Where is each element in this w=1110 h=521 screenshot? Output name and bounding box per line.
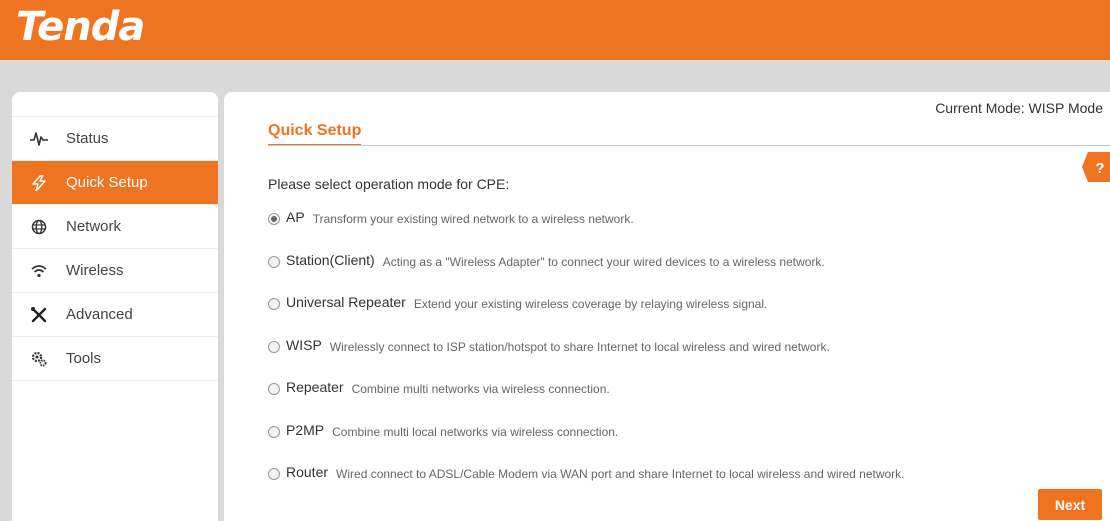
option-description: Extend your existing wireless coverage b… <box>413 297 768 311</box>
svg-text:?: ? <box>1095 160 1104 177</box>
lightning-icon <box>26 174 52 191</box>
option-description: Wirelessly connect to ISP station/hotspo… <box>329 339 830 354</box>
sidebar-nav: Status Quick Setup Network Wireless Adva… <box>12 116 218 381</box>
sidebar-item-label: Advanced <box>66 306 133 323</box>
sidebar-item-status[interactable]: Status <box>12 117 218 161</box>
sidebar-item-advanced[interactable]: Advanced <box>12 293 218 337</box>
sidebar-item-label: Wireless <box>66 262 124 279</box>
option-ap: AP Transform your existing wired network… <box>268 209 905 252</box>
radio-ap[interactable] <box>268 213 280 225</box>
option-description: Transform your existing wired network to… <box>312 212 634 226</box>
current-mode-label: Current Mode: WISP Mode <box>935 100 1103 116</box>
option-name[interactable]: WISP <box>286 337 322 353</box>
option-description: Combine multi local networks via wireles… <box>332 424 619 439</box>
option-name[interactable]: Universal Repeater <box>286 294 406 310</box>
wifi-icon <box>26 264 52 278</box>
option-description: Combine multi networks via wireless conn… <box>351 382 610 396</box>
globe-icon <box>26 219 52 235</box>
radio-repeater[interactable] <box>268 383 280 395</box>
option-name[interactable]: AP <box>286 209 305 225</box>
mode-options: AP Transform your existing wired network… <box>268 209 905 507</box>
option-name[interactable]: Repeater <box>286 379 344 395</box>
sidebar-item-label: Network <box>66 218 122 235</box>
option-router: Router Wired connect to ADSL/Cable Modem… <box>268 464 905 507</box>
option-p2mp: P2MP Combine multi local networks via wi… <box>268 422 905 465</box>
option-repeater: Repeater Combine multi networks via wire… <box>268 379 905 422</box>
option-wisp: WISP Wirelessly connect to ISP station/h… <box>268 337 905 380</box>
tools-cross-icon <box>26 306 52 324</box>
sidebar-item-quick-setup[interactable]: Quick Setup <box>12 161 218 205</box>
pulse-icon <box>26 131 52 147</box>
option-name[interactable]: Router <box>286 464 328 480</box>
sidebar-item-label: Quick Setup <box>66 174 148 191</box>
radio-p2mp[interactable] <box>268 425 280 438</box>
radio-router[interactable] <box>268 468 280 480</box>
header-bar: Tenda <box>0 0 1110 60</box>
option-station-client: Station(Client) Acting as a "Wireless Ad… <box>268 252 905 295</box>
option-name[interactable]: Station(Client) <box>286 252 375 268</box>
next-button[interactable]: Next <box>1038 489 1102 520</box>
help-icon[interactable]: ? <box>1082 152 1110 182</box>
sub-header-bar <box>0 60 1110 92</box>
title-divider <box>268 145 1110 146</box>
radio-station-client[interactable] <box>268 255 280 268</box>
page-title: Quick Setup <box>268 122 362 146</box>
main-panel: Current Mode: WISP Mode Quick Setup ? Pl… <box>224 92 1110 521</box>
sidebar: Status Quick Setup Network Wireless Adva… <box>12 92 218 521</box>
radio-wisp[interactable] <box>268 340 280 353</box>
sidebar-item-label: Tools <box>66 350 102 367</box>
sidebar-item-tools[interactable]: Tools <box>12 337 218 381</box>
option-universal-repeater: Universal Repeater Extend your existing … <box>268 294 905 337</box>
sidebar-item-wireless[interactable]: Wireless <box>12 249 218 293</box>
option-description: Acting as a "Wireless Adapter" to connec… <box>382 254 825 269</box>
radio-universal-repeater[interactable] <box>268 298 280 310</box>
option-description: Wired connect to ADSL/Cable Modem via WA… <box>336 467 905 481</box>
mode-prompt: Please select operation mode for CPE: <box>268 176 510 192</box>
tenda-logo: Tenda <box>16 4 145 50</box>
gears-icon <box>26 350 52 368</box>
option-name[interactable]: P2MP <box>286 422 324 438</box>
sidebar-item-label: Status <box>66 130 109 147</box>
sidebar-item-network[interactable]: Network <box>12 205 218 249</box>
